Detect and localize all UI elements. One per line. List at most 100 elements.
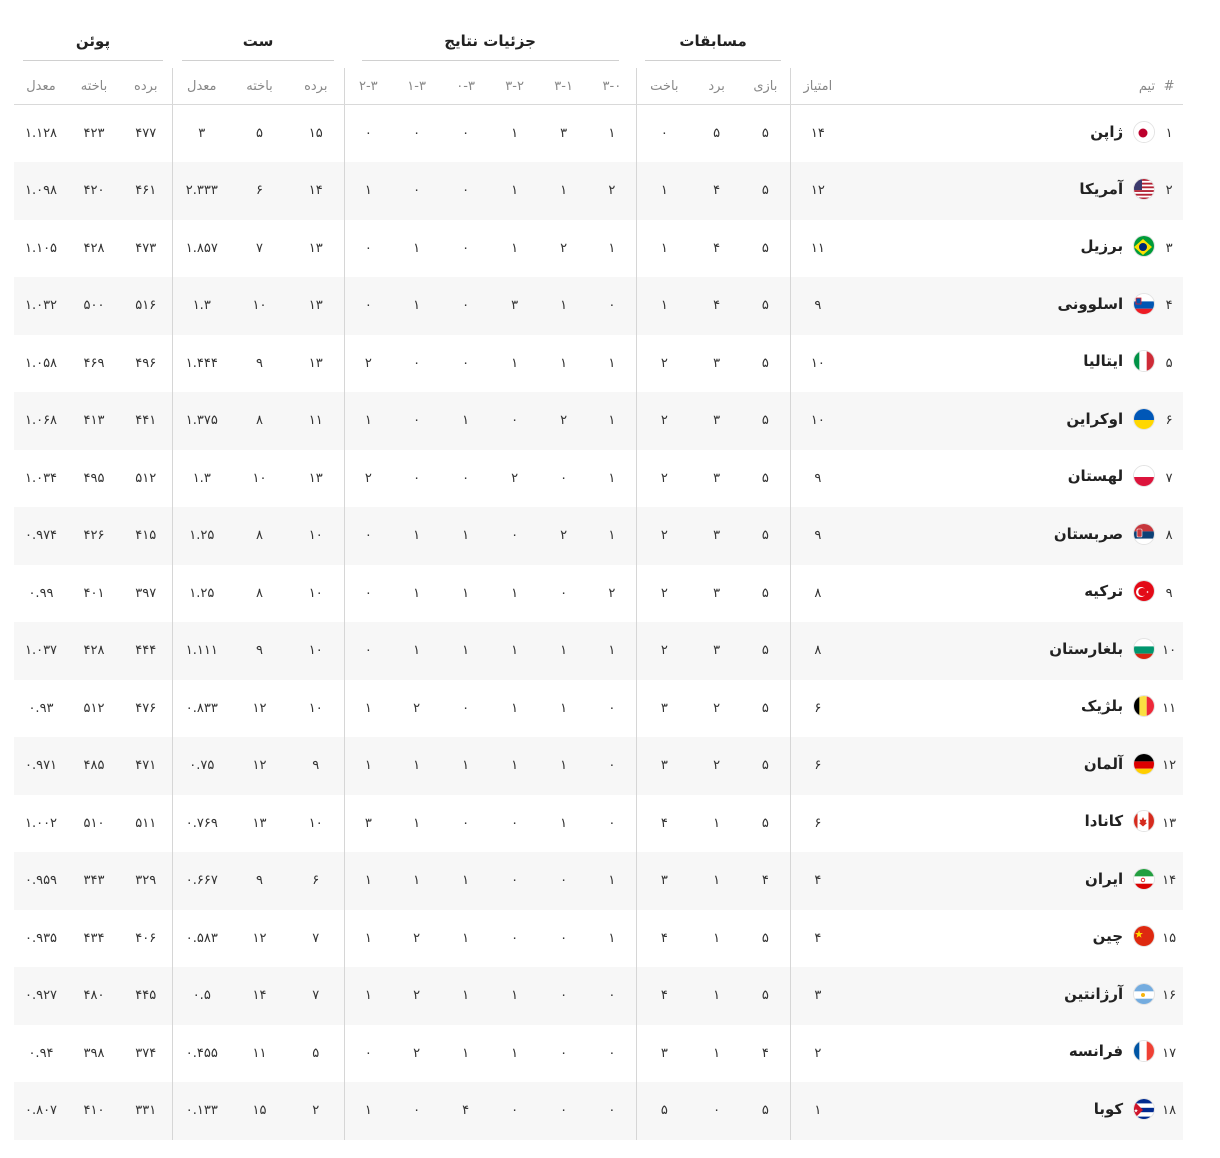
team-name[interactable]: چین xyxy=(1093,927,1123,945)
team-cell[interactable]: بلژیک xyxy=(845,680,1156,738)
played-cell: ۵ xyxy=(741,1082,791,1140)
team-cell[interactable]: آرژانتین xyxy=(845,967,1156,1025)
table-row[interactable]: ۱۲ آلمان ۶ ۵ ۲ ۳ ۰ ۱ ۱ ۱ ۱ ۱ ۹ ۱۲ ۰.۷۵ ۴۷۱ ۴۸۵ ۰.۹۷۱ xyxy=(14,737,1184,795)
pts-won-cell: ۴۰۶ xyxy=(135,930,157,946)
team-cell[interactable]: آمریکا xyxy=(845,162,1156,220)
table-row[interactable]: ۲ آمریکا ۱۲ ۵ ۴ ۱ ۲ ۱ ۱ ۰ ۰ ۱ ۱۴ ۶ ۲.۳۳۳ ۴۶۱ ۴۲۰ ۱.۰۹۸ xyxy=(14,162,1184,220)
col-pts-lost[interactable]: باخته xyxy=(68,68,120,105)
table-row[interactable]: ۱ ژاپن ۱۴ ۵ ۵ ۰ ۱ ۳ ۱ ۰ ۰ ۰ ۱۵ ۵ ۳ ۴۷۷ ۴۲۳ ۱.۱۲۸ xyxy=(14,104,1183,163)
col-played[interactable]: بازی xyxy=(741,68,791,105)
pts-won-cell: ۵۱۲ xyxy=(135,470,157,486)
r31-cell: ۰ xyxy=(539,967,589,1025)
team-cell[interactable]: اسلوونی xyxy=(845,277,1156,335)
sets-ratio-cell: ۱.۳۷۵ xyxy=(171,392,232,450)
col-sets-won[interactable]: برده xyxy=(288,68,345,105)
cuba-flag-icon xyxy=(1133,1097,1156,1120)
sets-won-cell: ۲ xyxy=(288,1082,345,1140)
team-cell[interactable]: لهستان xyxy=(845,450,1156,508)
won-cell: ۴ xyxy=(713,240,721,256)
sets-ratio-cell: ۳ xyxy=(171,104,232,162)
team-name[interactable]: ایران xyxy=(1085,870,1123,888)
team-cell[interactable]: ترکیه xyxy=(845,565,1156,623)
team-cell[interactable]: صربستان xyxy=(845,507,1156,565)
team-cell[interactable]: بلغارستان xyxy=(845,622,1156,680)
team-name[interactable]: آلمان xyxy=(1084,755,1123,773)
team-name[interactable]: آرژانتین xyxy=(1064,985,1123,1003)
team-name[interactable]: لهستان xyxy=(1068,467,1123,485)
r03-cell: ۱ xyxy=(462,1045,470,1061)
rank-cell: ۷ xyxy=(1165,470,1173,486)
col-score[interactable]: امتیاز xyxy=(789,68,846,105)
table-row[interactable]: ۱۶ آرژانتین ۳ ۵ ۱ ۴ ۰ ۰ ۱ ۱ ۲ ۱ ۷ ۱۴ ۰.۵ ۴۴۵ ۴۸۰ ۰.۹۲۷ xyxy=(14,967,1184,1025)
team-name[interactable]: ایتالیا xyxy=(1083,352,1123,370)
team-name[interactable]: فرانسه xyxy=(1069,1042,1123,1060)
sets-won-cell: ۱۰ xyxy=(288,622,345,680)
table-row[interactable]: ۳ برزیل ۱۱ ۵ ۴ ۱ ۱ ۲ ۱ ۰ ۱ ۰ ۱۳ ۷ ۱.۸۵۷ ۴۷۳ ۴۲۸ ۱.۱۰۵ xyxy=(14,219,1183,278)
col-pts-ratio[interactable]: معدل xyxy=(14,68,68,105)
china-flag-icon xyxy=(1133,925,1156,948)
team-name[interactable]: بلژیک xyxy=(1081,697,1123,715)
team-cell[interactable]: فرانسه xyxy=(845,1025,1156,1083)
r32-cell: ۱ xyxy=(511,700,519,716)
table-row[interactable]: ۸ صربستان ۹ ۵ ۳ ۲ ۱ ۲ ۰ ۱ ۱ ۰ ۱۰ ۸ ۱.۲۵ ۴۱۵ ۴۲۶ ۰.۹۷۴ xyxy=(14,507,1184,565)
sets-lost-cell: ۹ xyxy=(231,852,289,910)
col-r03[interactable]: ۰-۳ xyxy=(441,68,491,105)
team-name[interactable]: اسلوونی xyxy=(1058,295,1124,313)
col-lost[interactable]: باخت xyxy=(635,68,693,105)
table-row[interactable]: ۵ ایتالیا ۱۰ ۵ ۳ ۲ ۱ ۱ ۱ ۰ ۰ ۲ ۱۳ ۹ ۱.۴۴۴ ۴۹۶ ۴۶۹ ۱.۰۵۸ xyxy=(14,334,1183,393)
team-cell[interactable]: کانادا xyxy=(845,795,1156,853)
lost-cell: ۴ xyxy=(635,967,693,1025)
table-row[interactable]: ۱۰ بلغارستان ۸ ۵ ۳ ۲ ۱ ۱ ۱ ۱ ۱ ۰ ۱۰ ۹ ۱.۱۱۱ ۴۴۴ ۴۲۸ ۱.۰۳۷ xyxy=(14,622,1184,680)
col-sets-lost[interactable]: باخته xyxy=(231,68,289,105)
table-row[interactable]: ۱۳ کانادا ۶ ۵ ۱ ۴ ۰ ۱ ۰ ۰ ۱ ۳ ۱۰ ۱۳ ۰.۷۶۹ ۵۱۱ ۵۱۰ ۱.۰۰۲ xyxy=(14,794,1183,853)
col-r23[interactable]: ۲-۳ xyxy=(343,68,393,105)
pts-lost-cell: ۴۸۵ xyxy=(68,737,120,795)
r31-cell: ۰ xyxy=(539,1082,589,1140)
ukraine-flag-icon xyxy=(1133,407,1156,430)
table-row[interactable]: ۶ اوکراین ۱۰ ۵ ۳ ۲ ۱ ۲ ۰ ۱ ۰ ۱ ۱۱ ۸ ۱.۳۷۵ ۴۴۱ ۴۱۳ ۱.۰۶۸ xyxy=(14,392,1184,450)
table-row[interactable]: ۱۷ فرانسه ۲ ۴ ۱ ۳ ۰ ۰ ۱ ۱ ۲ ۰ ۵ ۱۱ ۰.۴۵۵ ۳۷۴ ۳۹۸ ۰.۹۴ xyxy=(14,1024,1183,1083)
table-row[interactable]: ۱۵ چین ۴ ۵ ۱ ۴ ۱ ۰ ۰ ۱ ۲ ۱ ۷ ۱۲ ۰.۵۸۳ ۴۰۶ ۴۳۴ ۰.۹۳۵ xyxy=(14,909,1183,968)
rank-cell: ۱۱ xyxy=(1162,700,1177,716)
col-r31[interactable]: ۳-۱ xyxy=(539,68,589,105)
pts-lost-cell: ۳۹۸ xyxy=(83,1045,105,1061)
team-name[interactable]: کانادا xyxy=(1085,812,1123,830)
team-name[interactable]: برزیل xyxy=(1080,237,1123,255)
team-name[interactable]: کوبا xyxy=(1094,1100,1123,1118)
team-cell[interactable]: ایران xyxy=(845,852,1156,910)
table-row[interactable]: ۹ ترکیه ۸ ۵ ۳ ۲ ۲ ۰ ۱ ۱ ۱ ۰ ۱۰ ۸ ۱.۲۵ ۳۹۷ ۴۰۱ ۰.۹۹ xyxy=(14,564,1183,623)
col-won[interactable]: برد xyxy=(692,68,742,105)
sets-won-cell: ۷ xyxy=(288,967,345,1025)
team-cell[interactable]: چین xyxy=(845,910,1156,968)
team-cell[interactable]: کوبا xyxy=(845,1082,1156,1140)
r31-cell: ۳ xyxy=(560,126,568,141)
table-row[interactable]: ۴ اسلوونی ۹ ۵ ۴ ۱ ۰ ۱ ۳ ۰ ۱ ۰ ۱۳ ۱۰ ۱.۳ ۵۱۶ ۵۰۰ ۱.۰۳۲ xyxy=(14,277,1184,335)
col-team[interactable]: تیم xyxy=(845,68,1156,105)
won-cell: ۳ xyxy=(692,507,742,565)
team-cell[interactable]: آلمان xyxy=(845,737,1156,795)
team-name[interactable]: بلغارستان xyxy=(1049,640,1123,658)
team-name[interactable]: آمریکا xyxy=(1079,180,1123,198)
team-cell[interactable]: ایتالیا xyxy=(845,335,1156,393)
r23-cell: ۰ xyxy=(343,622,393,680)
team-name[interactable]: اوکراین xyxy=(1066,410,1123,428)
table-row[interactable]: ۱۸ کوبا ۱ ۵ ۰ ۵ ۰ ۰ ۰ ۴ ۰ ۱ ۲ ۱۵ ۰.۱۳۳ ۳۳۱ ۴۱۰ ۰.۸۰۷ xyxy=(14,1082,1184,1140)
team-cell[interactable]: اوکراین xyxy=(845,392,1156,450)
sets-lost-cell: ۱۴ xyxy=(231,967,289,1025)
score-cell: ۸ xyxy=(789,622,846,680)
r31-cell: ۲ xyxy=(560,240,568,256)
table-row[interactable]: ۷ لهستان ۹ ۵ ۳ ۲ ۱ ۰ ۲ ۰ ۰ ۲ ۱۳ ۱۰ ۱.۳ ۵۱۲ ۴۹۵ ۱.۰۳۴ xyxy=(14,449,1183,508)
table-row[interactable]: ۱۴ ایران ۴ ۴ ۱ ۳ ۱ ۰ ۰ ۱ ۱ ۱ ۶ ۹ ۰.۶۶۷ ۳۲۹ ۳۴۳ ۰.۹۵۹ xyxy=(14,852,1184,910)
col-pts-won[interactable]: برده xyxy=(120,68,172,105)
team-cell[interactable]: برزیل xyxy=(845,220,1156,278)
team-name[interactable]: صربستان xyxy=(1054,525,1123,543)
col-r13[interactable]: ۱-۳ xyxy=(392,68,442,105)
team-name[interactable]: ترکیه xyxy=(1084,582,1123,600)
col-r30[interactable]: ۳-۰ xyxy=(588,68,637,105)
team-name[interactable]: ژاپن xyxy=(1090,123,1123,141)
col-r32[interactable]: ۳-۲ xyxy=(490,68,540,105)
table-row[interactable]: ۱۱ بلژیک ۶ ۵ ۲ ۳ ۰ ۱ ۱ ۰ ۲ ۱ ۱۰ ۱۲ ۰.۸۳۳ ۴۷۶ ۵۱۲ ۰.۹۳ xyxy=(14,679,1183,738)
col-sets-ratio[interactable]: معدل xyxy=(171,68,232,105)
team-cell[interactable]: ژاپن xyxy=(845,105,1156,163)
col-rank[interactable]: # xyxy=(1155,68,1184,105)
